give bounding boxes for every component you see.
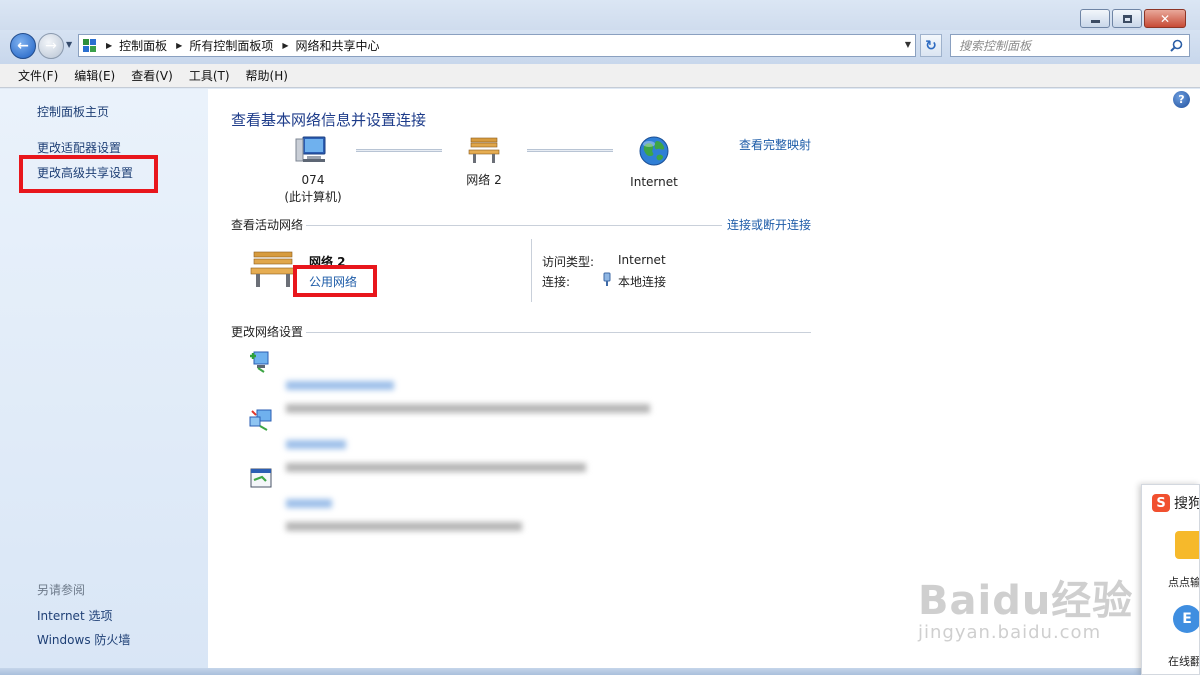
connect-network-icon [249, 409, 272, 431]
breadcrumb: ▶ 控制面板 ▶ 所有控制面板项 ▶ 网络和共享中心 [103, 37, 380, 54]
bench-icon [250, 251, 296, 287]
search-icon[interactable] [1170, 39, 1183, 52]
map-node-sublabel: (此计算机) [284, 190, 342, 204]
breadcrumb-item[interactable]: 控制面板 [119, 37, 167, 54]
sogou-item-label[interactable]: 点点输 [1168, 574, 1199, 590]
chevron-right-icon[interactable]: ▶ [106, 41, 112, 50]
window-controls: ✕ [1080, 9, 1186, 28]
recent-pages-dropdown[interactable]: ▼ [66, 41, 74, 49]
sogou-panel: S 搜狗 点点输 E 在线翻 [1141, 484, 1200, 675]
vertical-divider [531, 239, 532, 302]
minimize-icon [1090, 20, 1100, 23]
title-bar: ✕ [0, 0, 1200, 30]
full-map-link[interactable]: 查看完整映射 [739, 136, 811, 153]
sogou-logo-icon: S [1152, 494, 1170, 512]
map-node-label: 074 [301, 173, 325, 187]
access-type-label: 访问类型: [542, 255, 595, 269]
watermark-text: Baidu经验 [918, 578, 1134, 624]
control-panel-icon [83, 38, 97, 53]
task-setup-connection[interactable] [248, 348, 668, 413]
menu-edit[interactable]: 编辑(E) [66, 67, 123, 84]
divider [306, 332, 811, 333]
address-bar[interactable]: ▶ 控制面板 ▶ 所有控制面板项 ▶ 网络和共享中心 ▼ [78, 34, 916, 57]
arrow-left-icon: ← [17, 38, 29, 54]
left-pane: 控制面板主页 更改适配器设置 更改高级共享设置 另请参阅 Internet 选项… [0, 89, 208, 668]
bench-icon [468, 137, 500, 163]
map-node-network[interactable]: 网络 2 [424, 135, 544, 189]
map-node-computer[interactable]: 074 (此计算机) [253, 135, 373, 206]
access-type-value: Internet [618, 253, 666, 267]
sidebar-item-control-panel-home[interactable]: 控制面板主页 [37, 103, 109, 120]
search-input[interactable] [959, 38, 1159, 53]
computer-icon [295, 136, 326, 162]
map-node-label: Internet [630, 175, 678, 189]
menu-view[interactable]: 查看(V) [123, 67, 181, 84]
back-button[interactable]: ← [10, 33, 36, 59]
address-row: ← → ▼ ▶ 控制面板 ▶ 所有控制面板项 ▶ 网络和共享中心 ▼ ↻ [0, 30, 1200, 64]
change-settings-heading: 更改网络设置 [231, 325, 304, 339]
search-box[interactable] [950, 34, 1190, 57]
close-icon: ✕ [1159, 11, 1171, 26]
breadcrumb-item[interactable]: 所有控制面板项 [189, 37, 273, 54]
sogou-title: 搜狗 [1174, 496, 1200, 512]
see-also-heading: 另请参阅 [37, 583, 86, 597]
sogou-header[interactable]: S 搜狗 [1152, 493, 1200, 513]
connect-disconnect-link[interactable]: 连接或断开连接 [727, 216, 811, 233]
sidebar-item-internet-options[interactable]: Internet 选项 [37, 607, 112, 624]
chevron-right-icon[interactable]: ▶ [282, 41, 288, 50]
map-node-label: 网络 2 [466, 173, 502, 187]
watermark-url: jingyan.baidu.com [918, 622, 1102, 643]
window-bottom-border [0, 668, 1200, 675]
refresh-icon: ↻ [925, 37, 937, 54]
watermark: Baidu经验 jingyan.baidu.com [918, 568, 1133, 643]
breadcrumb-item[interactable]: 网络和共享中心 [296, 37, 380, 54]
sidebar-item-windows-firewall[interactable]: Windows 防火墙 [37, 631, 130, 648]
map-node-internet[interactable]: Internet [594, 135, 714, 191]
minimize-button[interactable] [1080, 9, 1110, 28]
menu-file[interactable]: 文件(F) [10, 67, 66, 84]
new-connection-icon [250, 351, 269, 373]
menu-bar: 文件(F) 编辑(E) 查看(V) 工具(T) 帮助(H) [0, 64, 1200, 88]
menu-tools[interactable]: 工具(T) [181, 67, 238, 84]
troubleshoot-icon [250, 468, 272, 488]
highlight-box [19, 155, 158, 193]
menu-help[interactable]: 帮助(H) [238, 67, 296, 84]
divider [306, 225, 722, 226]
local-connection-link[interactable]: 本地连接 [618, 273, 666, 290]
connection-label: 连接: [542, 275, 571, 289]
arrow-right-icon: → [45, 38, 57, 54]
address-dropdown-icon[interactable]: ▼ [905, 40, 911, 49]
task-troubleshoot[interactable] [248, 466, 668, 531]
sogou-app-icon[interactable] [1175, 531, 1199, 559]
forward-button[interactable]: → [38, 33, 64, 59]
maximize-icon [1122, 14, 1132, 23]
globe-icon [639, 136, 669, 166]
page-title: 查看基本网络信息并设置连接 [231, 111, 427, 129]
chevron-down-icon: ▼ [66, 40, 73, 49]
sidebar-item-adapter-settings[interactable]: 更改适配器设置 [37, 139, 121, 156]
highlight-box [293, 265, 377, 297]
maximize-button[interactable] [1112, 9, 1142, 28]
task-connect-network[interactable] [248, 407, 668, 472]
sogou-item-label[interactable]: 在线翻 [1168, 653, 1199, 669]
active-networks-heading: 查看活动网络 [231, 218, 304, 232]
help-icon[interactable]: ? [1173, 91, 1190, 108]
translate-icon[interactable]: E [1173, 605, 1199, 633]
chevron-right-icon[interactable]: ▶ [176, 41, 182, 50]
ethernet-icon [603, 272, 611, 286]
close-button[interactable]: ✕ [1144, 9, 1186, 28]
refresh-button[interactable]: ↻ [920, 34, 942, 57]
